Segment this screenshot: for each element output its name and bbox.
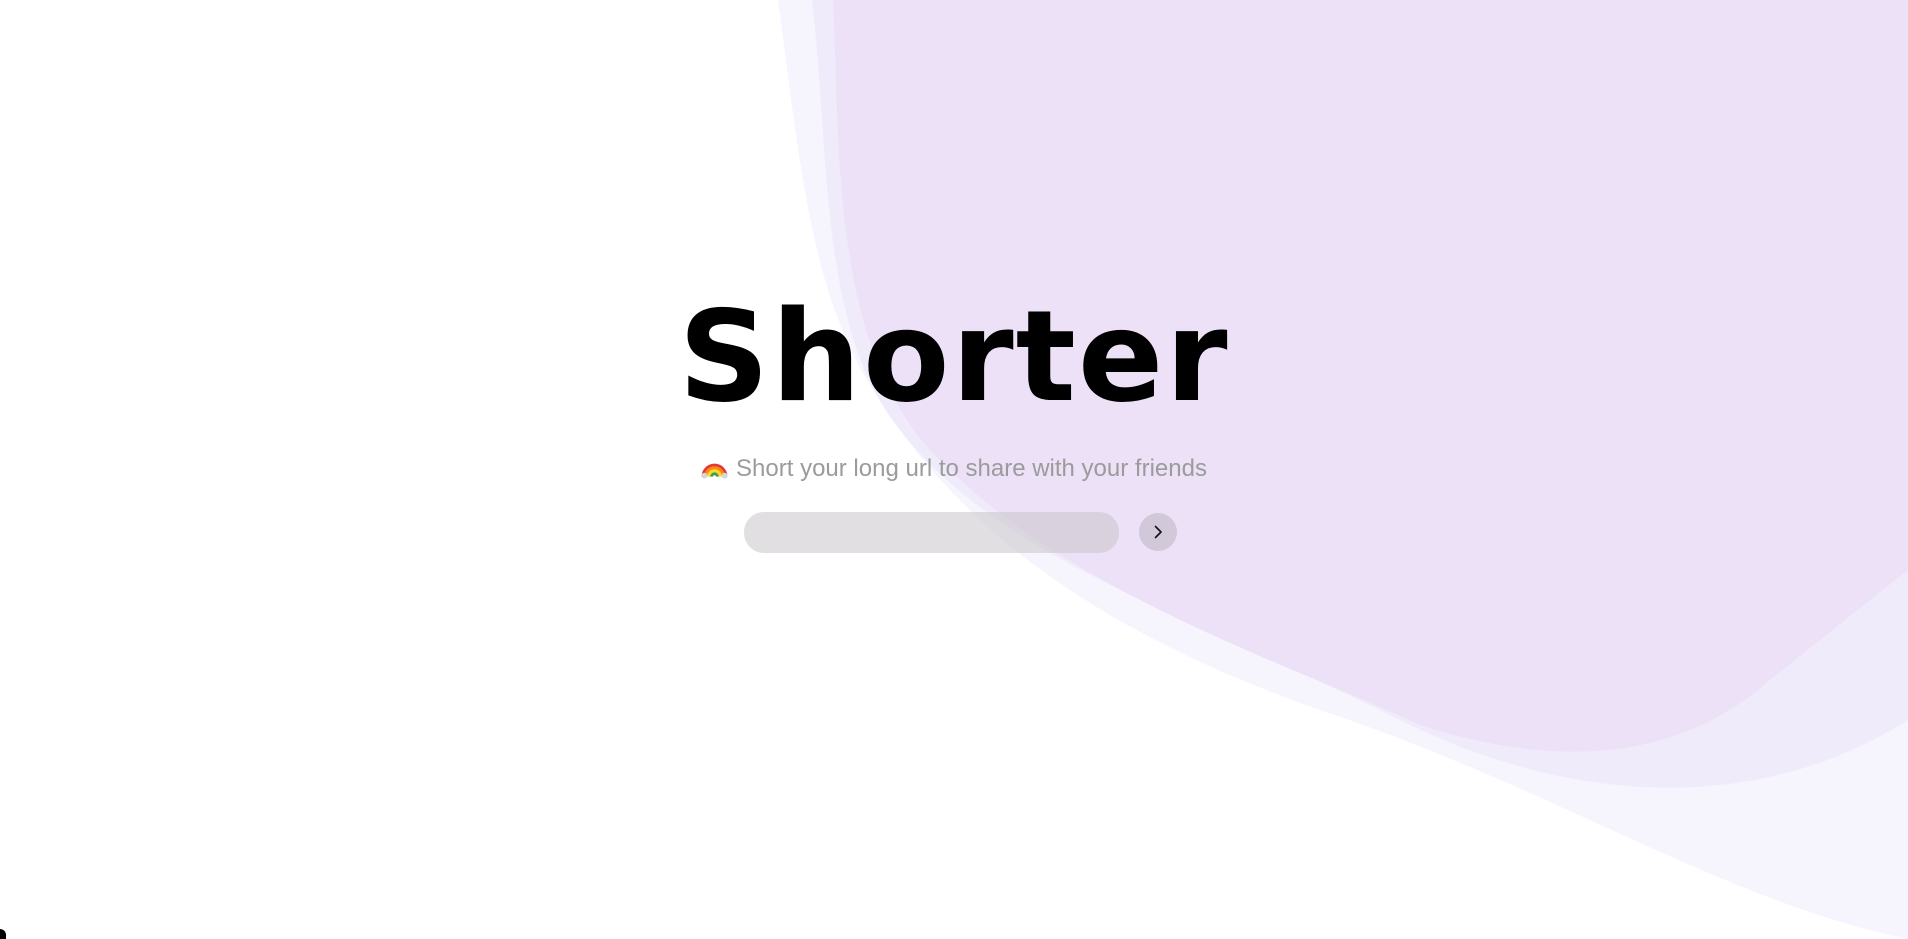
shorten-form xyxy=(744,512,1177,553)
url-input[interactable] xyxy=(744,512,1119,553)
landing-page: Shorter Short your long url to share wit… xyxy=(0,0,1908,939)
subtitle: Short your long url to share with your f… xyxy=(0,452,1908,486)
rainbow-icon xyxy=(701,463,728,479)
submit-button[interactable] xyxy=(1139,513,1177,551)
subtitle-text: Short your long url to share with your f… xyxy=(736,455,1207,482)
hero-section: Shorter Short your long url to share wit… xyxy=(0,0,1908,939)
chevron-right-icon xyxy=(1154,525,1162,539)
page-title: Shorter xyxy=(678,283,1230,430)
